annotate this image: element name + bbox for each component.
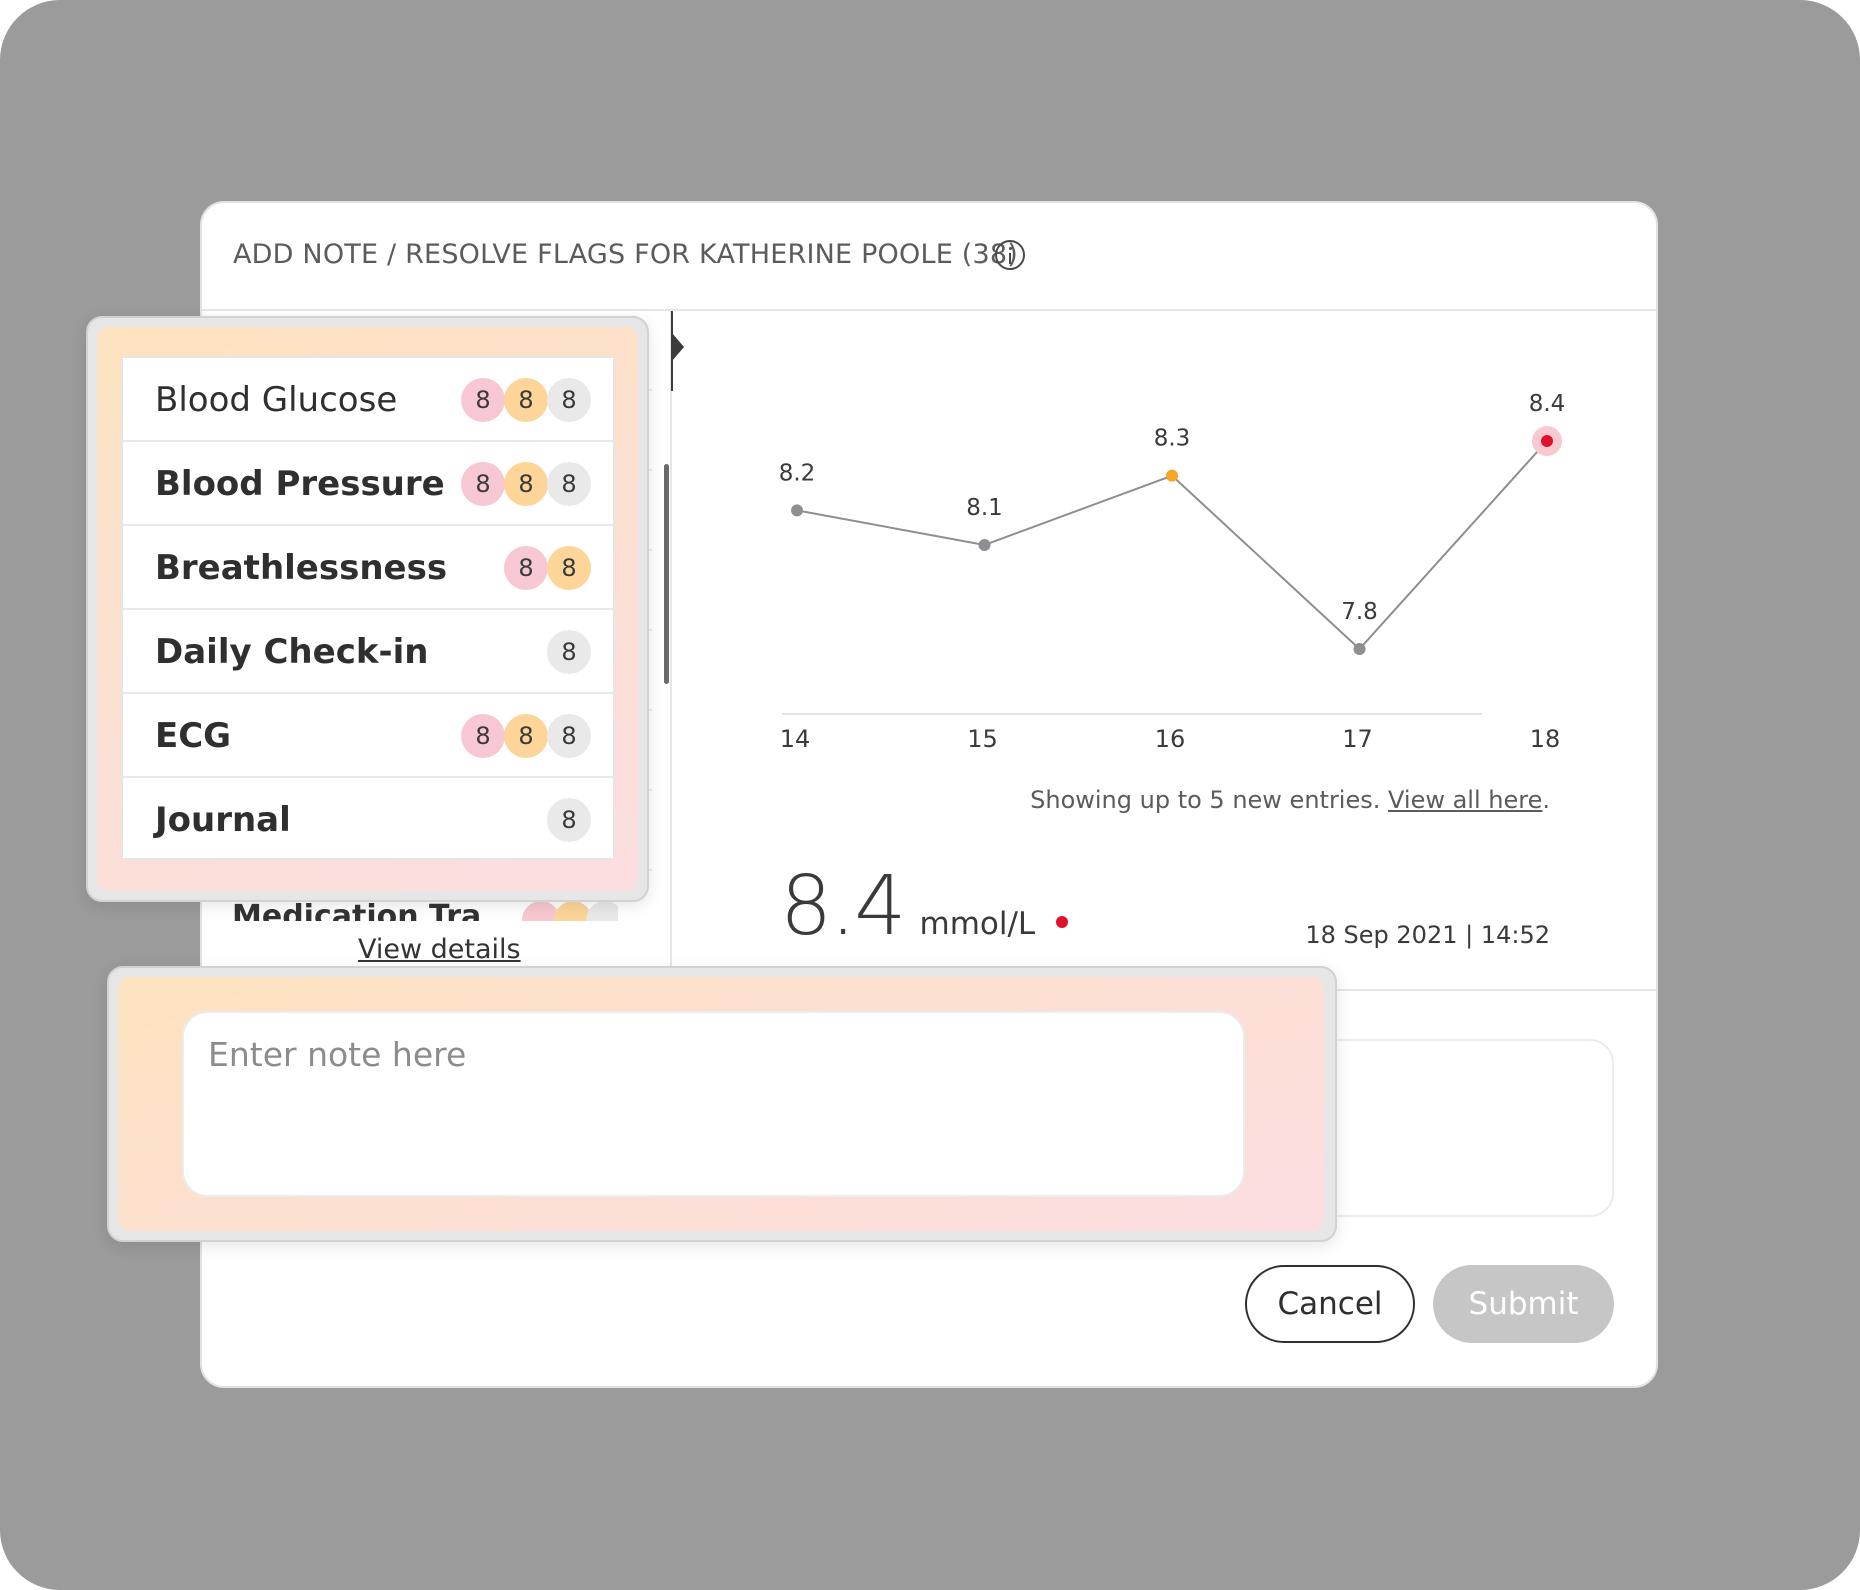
modal-title: ADD NOTE / RESOLVE FLAGS FOR KATHERINE P… bbox=[233, 239, 1018, 270]
data-label: 7.8 bbox=[1341, 599, 1378, 625]
orange-flag-badge: 8 bbox=[504, 378, 548, 422]
data-point bbox=[1353, 643, 1366, 655]
caption-end: . bbox=[1542, 786, 1550, 814]
view-all-link[interactable]: View all here bbox=[1388, 786, 1542, 814]
sidebar-item-daily-check-in[interactable]: Daily Check-in 8 bbox=[123, 610, 613, 694]
cancel-button[interactable]: Cancel bbox=[1245, 1265, 1415, 1343]
data-label: 8.1 bbox=[966, 495, 1003, 521]
note-input-highlight: Enter note here bbox=[107, 966, 1337, 1242]
data-point bbox=[978, 539, 991, 551]
x-tick-label: 14 bbox=[780, 725, 811, 753]
reading-value: 8.4 bbox=[780, 859, 906, 954]
flag-counts: 888 bbox=[461, 462, 591, 506]
modal-header: ADD NOTE / RESOLVE FLAGS FOR KATHERINE P… bbox=[202, 203, 1656, 311]
data-point bbox=[791, 504, 803, 517]
sidebar-item-label: Daily Check-in bbox=[155, 632, 429, 672]
orange-flag-badge: 8 bbox=[504, 714, 548, 758]
orange-flag-badge: 8 bbox=[504, 462, 548, 506]
glucose-line-chart: 8.2 14 8.1 15 8.3 16 7.8 17 8.4 18 bbox=[779, 391, 1566, 753]
latest-reading: 8.4 mmol/L bbox=[780, 859, 1069, 954]
alert-status-dot bbox=[1056, 916, 1069, 928]
sidebar-item-medication-label[interactable]: Medication Tra bbox=[232, 899, 481, 921]
x-tick-label: 16 bbox=[1155, 725, 1186, 753]
x-tick-label: 17 bbox=[1342, 725, 1373, 753]
note-textarea[interactable]: Enter note here bbox=[182, 1011, 1245, 1197]
chart-caption: Showing up to 5 new entries. View all he… bbox=[1030, 786, 1550, 814]
x-tick-label: 15 bbox=[967, 725, 998, 753]
sidebar-item-label: Breathlessness bbox=[155, 548, 448, 588]
orange-flag-badge: 8 bbox=[547, 546, 591, 590]
flag-counts: 8 bbox=[547, 798, 591, 842]
data-point bbox=[1166, 469, 1178, 482]
data-point bbox=[1541, 435, 1553, 447]
sidebar-item-label: Blood Pressure bbox=[155, 464, 445, 504]
gray-flag-badge: 8 bbox=[547, 462, 591, 506]
gray-flag-badge: 8 bbox=[547, 378, 591, 422]
flag-counts: 888 bbox=[461, 714, 591, 758]
data-label: 8.3 bbox=[1154, 426, 1191, 452]
sidebar-item-label: ECG bbox=[155, 716, 232, 756]
pink-flag-badge: 8 bbox=[504, 546, 548, 590]
caption-text: Showing up to 5 new entries. bbox=[1030, 786, 1389, 814]
sidebar-item-label: Blood Glucose bbox=[155, 380, 398, 420]
sidebar-item-label: Journal bbox=[155, 800, 291, 840]
backdrop: ADD NOTE / RESOLVE FLAGS FOR KATHERINE P… bbox=[0, 0, 1860, 1590]
gray-flag-badge: 8 bbox=[547, 630, 591, 674]
sidebar-item-breathlessness[interactable]: Breathlessness 8 8 bbox=[123, 526, 613, 610]
data-label: 8.4 bbox=[1529, 391, 1566, 417]
metric-list: Blood Glucose 8 8 8 Blood Pressure 8 8 8 Breathl… bbox=[121, 356, 615, 860]
sidebar-item-journal[interactable]: Journal 8 bbox=[123, 778, 613, 862]
note-placeholder: Enter note here bbox=[208, 1035, 467, 1074]
reading-unit: mmol/L bbox=[919, 906, 1036, 942]
reading-datetime: 18 Sep 2021 | 14:52 bbox=[1305, 921, 1550, 949]
sidebar-scrollbar[interactable] bbox=[664, 464, 669, 684]
gray-flag-badge: 8 bbox=[547, 798, 591, 842]
metric-list-highlight: Blood Glucose 8 8 8 Blood Pressure 8 8 8 Breathl… bbox=[86, 316, 649, 902]
sidebar-item-blood-glucose[interactable]: Blood Glucose 8 8 8 bbox=[123, 358, 613, 442]
sidebar-item-medication-pills bbox=[522, 901, 618, 921]
flag-counts: 88 bbox=[504, 546, 591, 590]
pink-flag-badge: 8 bbox=[461, 462, 505, 506]
gray-flag-badge: 8 bbox=[547, 714, 591, 758]
flag-counts: 8 bbox=[547, 630, 591, 674]
submit-button[interactable]: Submit bbox=[1433, 1265, 1614, 1343]
pink-flag-badge: 8 bbox=[461, 714, 505, 758]
x-tick-label: 18 bbox=[1530, 725, 1561, 753]
sidebar-item-blood-pressure[interactable]: Blood Pressure 8 8 8 bbox=[123, 442, 613, 526]
data-label: 8.2 bbox=[779, 460, 816, 486]
info-icon[interactable] bbox=[995, 240, 1025, 270]
view-details-link[interactable]: View details bbox=[358, 934, 521, 965]
sidebar-item-ecg[interactable]: ECG 8 8 8 bbox=[123, 694, 613, 778]
flag-counts: 888 bbox=[461, 378, 591, 422]
pink-flag-badge: 8 bbox=[461, 378, 505, 422]
